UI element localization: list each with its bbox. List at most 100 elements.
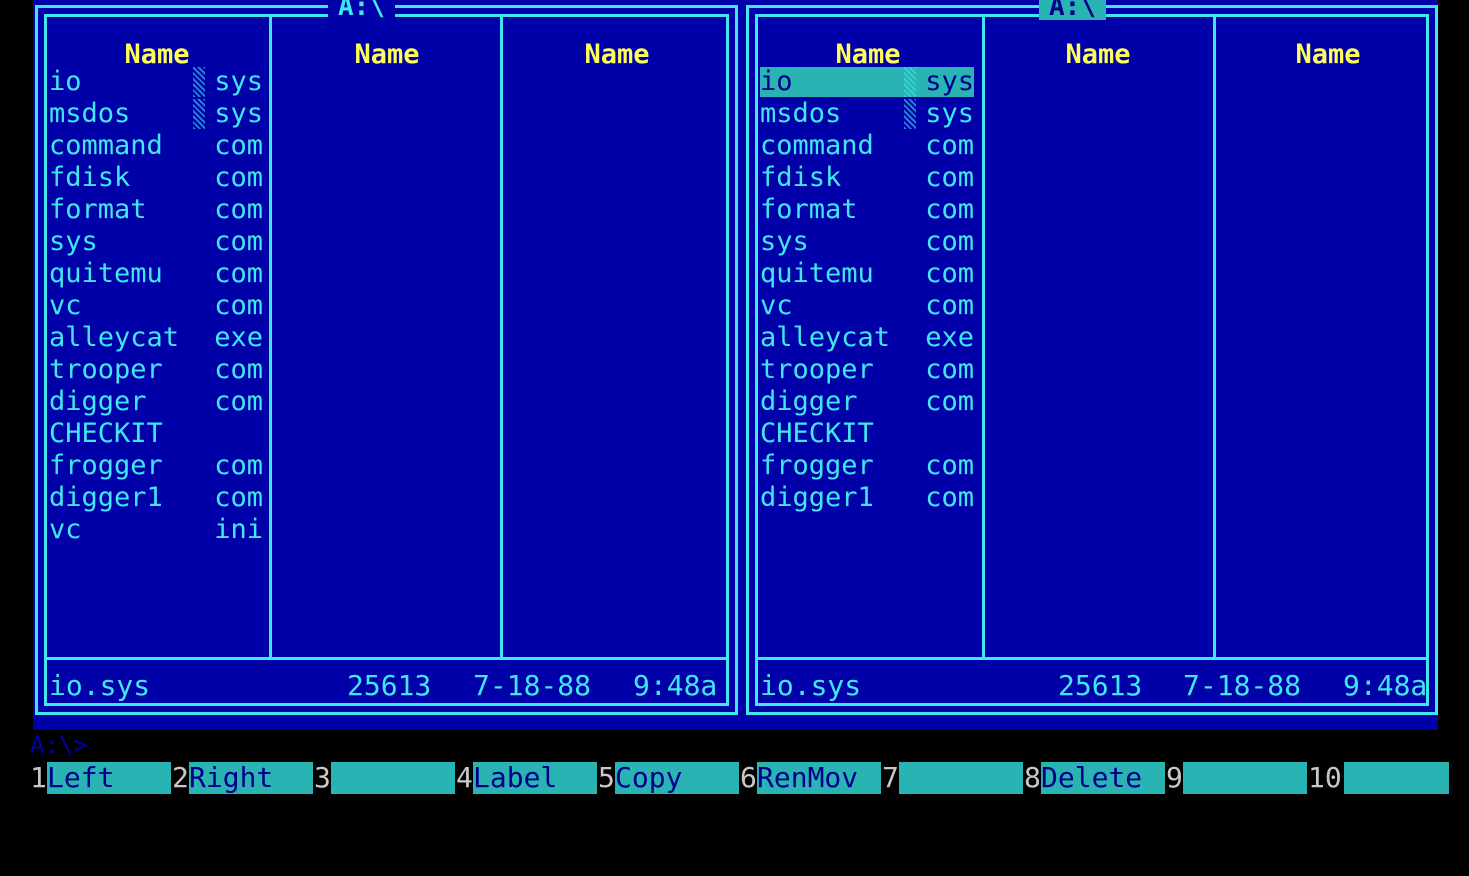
- file-entry[interactable]: digger1 com: [760, 483, 974, 513]
- file-entry[interactable]: digger1 com: [49, 483, 263, 513]
- file-name: digger1: [760, 482, 874, 513]
- file-entry[interactable]: quitemu com: [760, 259, 974, 289]
- right-panel[interactable]: Name Name Name io sys msdos sys command com fd…: [746, 0, 1438, 715]
- file-entry[interactable]: digger com: [49, 387, 263, 417]
- file-extension: com: [214, 130, 263, 161]
- file-extension: com: [214, 386, 263, 417]
- function-key-4[interactable]: 4 Label: [456, 761, 597, 794]
- file-extension: exe: [925, 322, 974, 353]
- left-panel-frame: Name Name Name io sys msdos sys command com fd…: [44, 14, 729, 706]
- function-key-label: Delete: [1041, 762, 1165, 794]
- file-entry[interactable]: trooper com: [49, 355, 263, 385]
- file-entry[interactable]: CHECKIT: [49, 419, 263, 449]
- file-entry[interactable]: quitemu com: [49, 259, 263, 289]
- function-key-label: Label: [473, 762, 597, 794]
- file-name: alleycat: [760, 322, 891, 353]
- file-extension: com: [925, 258, 974, 289]
- function-key-2[interactable]: 2 Right: [172, 762, 313, 794]
- file-name: vc: [760, 290, 793, 321]
- function-key-number: 7: [882, 761, 899, 794]
- file-name: io: [760, 66, 793, 97]
- file-extension: sys: [925, 66, 974, 97]
- function-key-number: 1: [30, 761, 47, 794]
- function-key-6[interactable]: 6 RenMov: [740, 762, 881, 794]
- file-name: frogger: [760, 450, 874, 481]
- file-extension: sys: [214, 66, 263, 97]
- column-header: Name: [1065, 39, 1131, 70]
- function-key-number: 8: [1024, 761, 1041, 794]
- function-key-1[interactable]: 1 Left: [30, 761, 171, 794]
- file-name: CHECKIT: [49, 418, 163, 449]
- file-entry[interactable]: msdos sys: [760, 99, 974, 129]
- file-entry[interactable]: command com: [49, 131, 263, 161]
- function-key-label: RenMov: [757, 762, 881, 794]
- file-name: quitemu: [760, 258, 874, 289]
- status-separator: [758, 657, 1426, 660]
- file-extension: com: [214, 290, 263, 321]
- file-name: trooper: [760, 354, 874, 385]
- function-key-label: Left: [47, 762, 171, 794]
- file-name: vc: [49, 514, 82, 545]
- file-name: frogger: [49, 450, 163, 481]
- file-entry[interactable]: frogger com: [760, 451, 974, 481]
- file-name: msdos: [760, 98, 842, 129]
- file-extension: com: [925, 194, 974, 225]
- file-extension: com: [925, 450, 974, 481]
- command-prompt[interactable]: A:\>: [30, 731, 88, 759]
- file-name: format: [49, 194, 147, 225]
- file-entry[interactable]: vc ini: [49, 515, 263, 545]
- function-key-9[interactable]: 9: [1166, 762, 1307, 794]
- file-entry[interactable]: format com: [49, 195, 263, 225]
- column-divider: [982, 17, 985, 657]
- file-extension: sys: [214, 98, 263, 129]
- file-extension: com: [214, 450, 263, 481]
- file-entry[interactable]: CHECKIT: [760, 419, 974, 449]
- file-entry[interactable]: command com: [760, 131, 974, 161]
- function-key-label: [1344, 762, 1449, 794]
- column-header: Name: [584, 39, 650, 70]
- file-name: trooper: [49, 354, 163, 385]
- function-key-10[interactable]: 10: [1308, 762, 1449, 794]
- file-entry[interactable]: io sys: [760, 67, 974, 97]
- panel-path: A:\: [1039, 0, 1106, 20]
- file-name: msdos: [49, 98, 131, 129]
- file-entry[interactable]: vc com: [760, 291, 974, 321]
- column-header: Name: [354, 39, 420, 70]
- column-header: Name: [1295, 39, 1361, 70]
- function-key-label: [331, 762, 455, 794]
- file-entry[interactable]: msdos sys: [49, 99, 263, 129]
- file-entry[interactable]: sys com: [49, 227, 263, 257]
- file-entry[interactable]: fdisk com: [49, 163, 263, 193]
- function-key-number: 4: [456, 761, 473, 794]
- column-divider: [269, 17, 272, 657]
- file-entry[interactable]: format com: [760, 195, 974, 225]
- status-separator: [47, 657, 726, 660]
- file-name: digger: [49, 386, 147, 417]
- file-name: digger1: [49, 482, 163, 513]
- file-entry[interactable]: io sys: [49, 67, 263, 97]
- function-key-5[interactable]: 5 Copy: [598, 762, 739, 794]
- file-name: alleycat: [49, 322, 180, 353]
- file-extension: com: [925, 226, 974, 257]
- file-name: command: [760, 130, 874, 161]
- file-extension: com: [214, 226, 263, 257]
- file-entry[interactable]: vc com: [49, 291, 263, 321]
- file-extension: com: [925, 354, 974, 385]
- function-key-3[interactable]: 3: [314, 762, 455, 794]
- left-panel[interactable]: Name Name Name io sys msdos sys command com fd…: [35, 0, 738, 715]
- file-entry[interactable]: fdisk com: [760, 163, 974, 193]
- file-entry[interactable]: trooper com: [760, 355, 974, 385]
- file-extension: sys: [925, 98, 974, 129]
- file-entry[interactable]: digger com: [760, 387, 974, 417]
- function-key-8[interactable]: 8 Delete: [1024, 761, 1165, 794]
- file-extension: com: [214, 194, 263, 225]
- file-entry[interactable]: sys com: [760, 227, 974, 257]
- function-key-7[interactable]: 7: [882, 761, 1023, 794]
- file-entry[interactable]: alleycat exe: [760, 323, 974, 353]
- file-extension: exe: [214, 322, 263, 353]
- file-entry[interactable]: alleycat exe: [49, 323, 263, 353]
- file-extension: com: [214, 162, 263, 193]
- file-name: CHECKIT: [760, 418, 874, 449]
- status-filename: io.sys: [760, 669, 862, 702]
- file-entry[interactable]: frogger com: [49, 451, 263, 481]
